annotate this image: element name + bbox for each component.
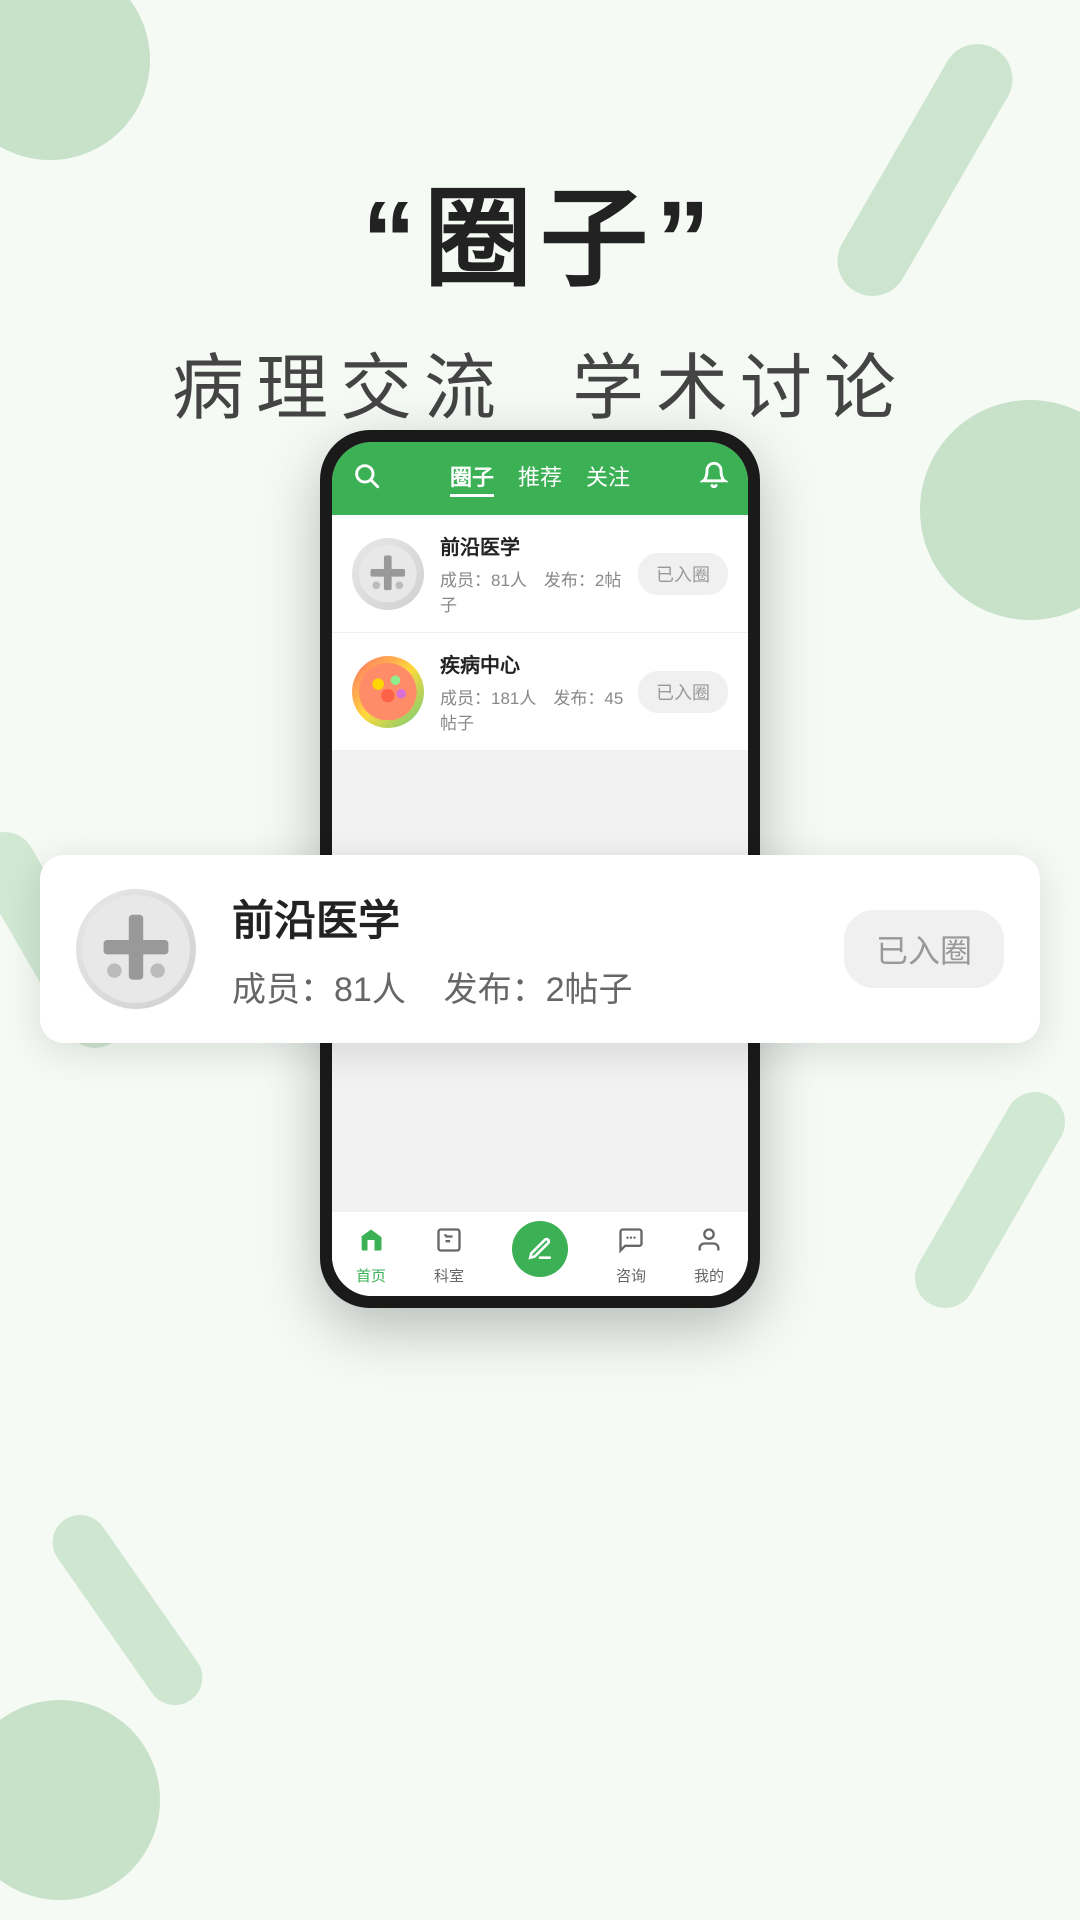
- consult-icon: [617, 1226, 645, 1261]
- phone-topbar: 圈子 推荐 关注: [332, 442, 748, 515]
- item-1-info: 前沿医学 成员：81人 发布：2帖子: [440, 531, 638, 616]
- nav-mine[interactable]: 我的: [694, 1226, 724, 1286]
- floating-members-unit: 人: [372, 971, 406, 1009]
- item-1-joined-button[interactable]: 已入圈: [638, 553, 728, 595]
- phone-bottom-nav: 首页 科室: [332, 1211, 748, 1296]
- floating-members: 81: [334, 971, 372, 1009]
- bell-icon[interactable]: [700, 461, 728, 496]
- avatar-item-2: [352, 656, 424, 728]
- nav-home-label: 首页: [356, 1265, 386, 1286]
- floating-card: 前沿医学 成员：81人 发布：2帖子 已入圈: [40, 855, 1040, 1043]
- home-icon: [357, 1226, 385, 1261]
- tab-guanzhu[interactable]: 关注: [586, 460, 630, 497]
- search-icon[interactable]: [352, 461, 380, 496]
- floating-name: 前沿医学: [232, 887, 844, 948]
- decorative-stripe-bottom-left: [42, 1504, 213, 1716]
- floating-members-label: 成员：: [232, 971, 334, 1009]
- hero-section: “圈子” 病理交流 学术讨论: [0, 0, 1080, 434]
- mine-icon: [695, 1226, 723, 1261]
- floating-joined-button[interactable]: 已入圈: [844, 910, 1004, 988]
- item-2-name: 疾病中心: [440, 649, 638, 678]
- create-icon: [512, 1221, 568, 1277]
- nav-home[interactable]: 首页: [356, 1226, 386, 1286]
- nav-mine-label: 我的: [694, 1265, 724, 1286]
- nav-create[interactable]: [512, 1231, 568, 1281]
- floating-info: 前沿医学 成员：81人 发布：2帖子: [232, 887, 844, 1011]
- decorative-stripe-right-lower: [904, 1081, 1076, 1319]
- sub-title: 病理交流 学术讨论: [0, 329, 1080, 434]
- decorative-blob-bottom-left: [0, 1700, 160, 1900]
- tab-quanzi[interactable]: 圈子: [450, 460, 494, 497]
- item-2-info: 疾病中心 成员：181人 发布：45帖子: [440, 649, 638, 734]
- avatar-item-1: [352, 538, 424, 610]
- tab-tuijian[interactable]: 推荐: [518, 460, 562, 497]
- phone-nav-tabs: 圈子 推荐 关注: [450, 460, 630, 497]
- main-title: “圈子”: [0, 180, 1080, 299]
- nav-consult[interactable]: 咨询: [616, 1226, 646, 1286]
- floating-posts: 2: [546, 971, 565, 1009]
- nav-room[interactable]: 科室: [434, 1226, 464, 1286]
- list-item-2[interactable]: 疾病中心 成员：181人 发布：45帖子 已入圈: [332, 633, 748, 751]
- floating-meta: 成员：81人 发布：2帖子: [232, 962, 844, 1011]
- floating-posts-label: 发布：: [444, 971, 546, 1009]
- item-1-name: 前沿医学: [440, 531, 638, 560]
- floating-avatar: [76, 889, 196, 1009]
- room-icon: [435, 1226, 463, 1261]
- item-2-joined-button[interactable]: 已入圈: [638, 671, 728, 713]
- nav-consult-label: 咨询: [616, 1265, 646, 1286]
- floating-posts-unit: 帖子: [565, 971, 633, 1009]
- item-2-meta: 成员：181人 发布：45帖子: [440, 684, 638, 734]
- item-1-meta: 成员：81人 发布：2帖子: [440, 566, 638, 616]
- nav-room-label: 科室: [434, 1265, 464, 1286]
- list-item-1[interactable]: 前沿医学 成员：81人 发布：2帖子 已入圈: [332, 515, 748, 633]
